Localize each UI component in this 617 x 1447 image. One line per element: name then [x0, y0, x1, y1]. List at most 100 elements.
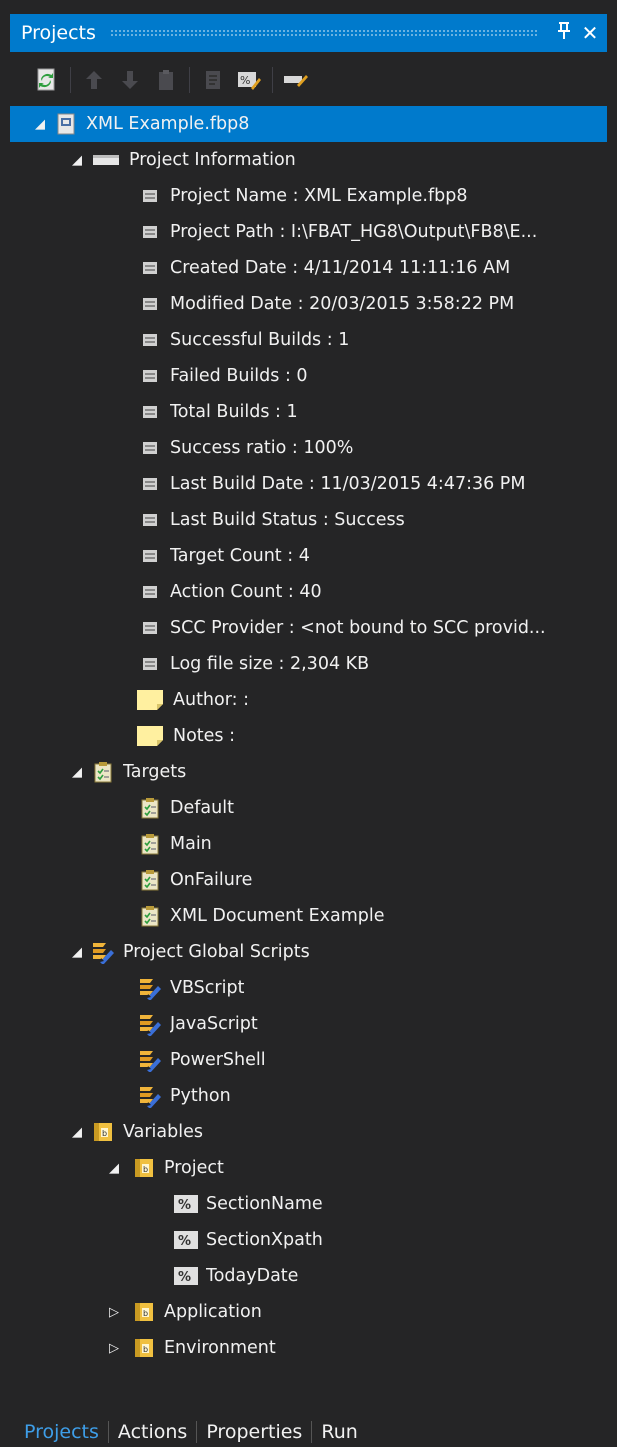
- tree-item-info[interactable]: Log file size : 2,304 KB: [10, 646, 607, 682]
- close-icon[interactable]: ✕: [577, 21, 603, 45]
- tree-item-label: XML Document Example: [170, 906, 385, 926]
- info-panel-icon: [91, 148, 121, 172]
- tree-item-info[interactable]: Action Count : 40: [10, 574, 607, 610]
- clipboard-icon[interactable]: [151, 65, 181, 95]
- property-icon: [138, 508, 162, 532]
- tree-item-label: Python: [170, 1086, 231, 1106]
- expander-expanded-icon[interactable]: ◢: [67, 150, 87, 170]
- tab-run[interactable]: Run: [312, 1421, 366, 1443]
- expander-expanded-icon[interactable]: ◢: [104, 1158, 124, 1178]
- expander-expanded-icon[interactable]: ◢: [30, 114, 50, 134]
- tree-item-label: Log file size : 2,304 KB: [170, 654, 370, 674]
- tree-item-label: Default: [170, 798, 234, 818]
- expander-expanded-icon[interactable]: ◢: [67, 942, 87, 962]
- tree-item-label: Modified Date : 20/03/2015 3:58:22 PM: [170, 294, 515, 314]
- tree-item-script[interactable]: JavaScript: [10, 1006, 607, 1042]
- tree-item-label: SectionXpath: [206, 1230, 323, 1250]
- tree-item-script[interactable]: Python: [10, 1078, 607, 1114]
- tree-item-info[interactable]: Failed Builds : 0: [10, 358, 607, 394]
- tree-item-variables[interactable]: ◢ b Variables: [10, 1114, 607, 1150]
- tree-item-label: Project: [164, 1158, 224, 1178]
- expander-collapsed-icon[interactable]: ▷: [104, 1338, 124, 1358]
- svg-text:%: %: [240, 74, 250, 87]
- tab-properties[interactable]: Properties: [197, 1421, 311, 1443]
- tree-item-info[interactable]: Total Builds : 1: [10, 394, 607, 430]
- tree-item-label: Project Information: [129, 150, 296, 170]
- tree-item-project-information[interactable]: ◢ Project Information: [10, 142, 607, 178]
- tree-item-info[interactable]: Modified Date : 20/03/2015 3:58:22 PM: [10, 286, 607, 322]
- note-icon: [135, 724, 165, 748]
- tree-item-target[interactable]: Main: [10, 826, 607, 862]
- tree-item-label: JavaScript: [170, 1014, 258, 1034]
- tab-projects[interactable]: Projects: [24, 1421, 108, 1443]
- expander-expanded-icon[interactable]: ◢: [67, 762, 87, 782]
- tree-item-variable[interactable]: % TodayDate: [10, 1258, 607, 1294]
- svg-text:b: b: [143, 1345, 148, 1354]
- property-icon: [138, 544, 162, 568]
- refresh-icon[interactable]: [32, 65, 62, 95]
- tree-item-label: Notes :: [173, 726, 236, 746]
- tree-item-targets[interactable]: ◢ Targets: [10, 754, 607, 790]
- svg-text:b: b: [143, 1309, 148, 1318]
- tree-item-variables-application[interactable]: ▷ b Application: [10, 1294, 607, 1330]
- property-icon: [138, 184, 162, 208]
- tree-item-label: Project Path : I:\FBAT_HG8\Output\FB8\E.…: [170, 222, 538, 242]
- script-icon: [138, 976, 162, 1000]
- drag-grip[interactable]: [109, 29, 537, 37]
- edit-icon[interactable]: [281, 65, 311, 95]
- tree-item-label: SectionName: [206, 1194, 323, 1214]
- target-icon: [138, 904, 162, 928]
- tree-item-label: Main: [170, 834, 212, 854]
- tree-item-info[interactable]: Last Build Date : 11/03/2015 4:47:36 PM: [10, 466, 607, 502]
- toolbar-separator: [70, 67, 71, 93]
- target-icon: [138, 868, 162, 892]
- tree-item-info[interactable]: Target Count : 4: [10, 538, 607, 574]
- tree-item-info[interactable]: Last Build Status : Success: [10, 502, 607, 538]
- move-down-icon[interactable]: [115, 65, 145, 95]
- tree-item-info[interactable]: Success ratio : 100%: [10, 430, 607, 466]
- tree-item-target[interactable]: OnFailure: [10, 862, 607, 898]
- property-icon: [138, 364, 162, 388]
- property-icon: [138, 472, 162, 496]
- tree-item-root[interactable]: ◢ XML Example.fbp8: [10, 106, 607, 142]
- property-icon: [138, 652, 162, 676]
- move-up-icon[interactable]: [79, 65, 109, 95]
- tree-item-variables-environment[interactable]: ▷ b Environment: [10, 1330, 607, 1366]
- expander-collapsed-icon[interactable]: ▷: [104, 1302, 124, 1322]
- tree-item-info[interactable]: SCC Provider : <not bound to SCC provid.…: [10, 610, 607, 646]
- tree-item-info[interactable]: Project Name : XML Example.fbp8: [10, 178, 607, 214]
- tree-item-label: Created Date : 4/11/2014 11:11:16 AM: [170, 258, 511, 278]
- svg-text:b: b: [143, 1165, 148, 1174]
- tree-item-info[interactable]: Project Path : I:\FBAT_HG8\Output\FB8\E.…: [10, 214, 607, 250]
- tree-item-label: Total Builds : 1: [170, 402, 298, 422]
- pin-icon[interactable]: [551, 21, 577, 45]
- properties-icon[interactable]: [198, 65, 228, 95]
- tree-item-script[interactable]: PowerShell: [10, 1042, 607, 1078]
- tree-item-info[interactable]: Successful Builds : 1: [10, 322, 607, 358]
- tree-item-variable[interactable]: % SectionXpath: [10, 1222, 607, 1258]
- tree-item-notes[interactable]: Notes :: [10, 718, 607, 754]
- tree-item-label: Target Count : 4: [170, 546, 310, 566]
- property-icon: [138, 400, 162, 424]
- panel-title-bar[interactable]: Projects ✕: [10, 14, 607, 52]
- percent-variable-icon[interactable]: %: [234, 65, 264, 95]
- tree-item-global-scripts[interactable]: ◢ Project Global Scripts: [10, 934, 607, 970]
- script-icon: [138, 1084, 162, 1108]
- tree-item-label: Project Name : XML Example.fbp8: [170, 186, 468, 206]
- tree-item-variables-project[interactable]: ◢ b Project: [10, 1150, 607, 1186]
- tree-item-label: Success ratio : 100%: [170, 438, 354, 458]
- expander-expanded-icon[interactable]: ◢: [67, 1122, 87, 1142]
- property-icon: [138, 328, 162, 352]
- tree-item-variable[interactable]: % SectionName: [10, 1186, 607, 1222]
- tree-item-author[interactable]: Author: :: [10, 682, 607, 718]
- property-icon: [138, 580, 162, 604]
- tree-item-target[interactable]: Default: [10, 790, 607, 826]
- tree-item-label: OnFailure: [170, 870, 253, 890]
- tree-item-script[interactable]: VBScript: [10, 970, 607, 1006]
- panel-toolbar: %: [10, 60, 607, 100]
- property-icon: [138, 256, 162, 280]
- tab-actions[interactable]: Actions: [109, 1421, 196, 1443]
- tree-item-target[interactable]: XML Document Example: [10, 898, 607, 934]
- script-icon: [138, 1048, 162, 1072]
- tree-item-info[interactable]: Created Date : 4/11/2014 11:11:16 AM: [10, 250, 607, 286]
